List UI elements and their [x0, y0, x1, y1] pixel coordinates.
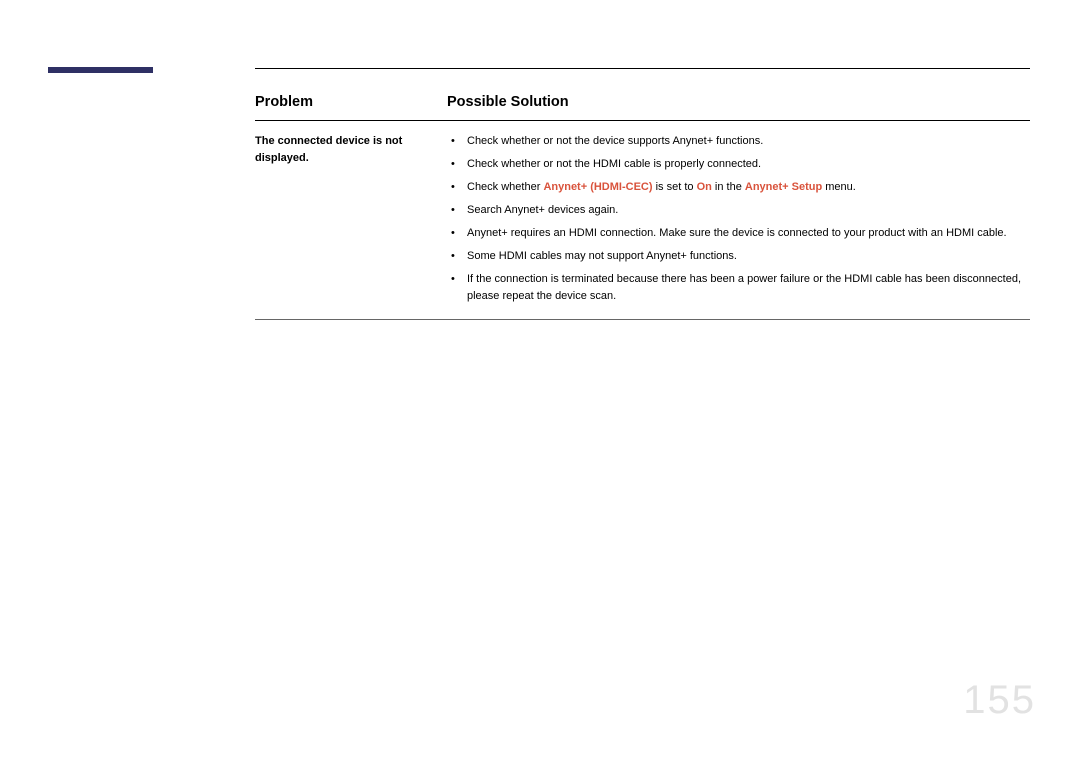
highlight-text: Anynet+ Setup [745, 181, 822, 193]
page-number: 155 [963, 678, 1036, 723]
text: menu. [822, 181, 856, 193]
list-item: Anynet+ requires an HDMI connection. Mak… [447, 225, 1030, 242]
column-header-problem: Problem [255, 69, 447, 121]
list-item: If the connection is terminated because … [447, 271, 1030, 305]
list-item: Check whether or not the device supports… [447, 133, 1030, 150]
problem-cell: The connected device is not displayed. [255, 121, 447, 320]
list-item: Some HDMI cables may not support Anynet+… [447, 248, 1030, 265]
text: Check whether [467, 181, 543, 193]
highlight-text: Anynet+ (HDMI-CEC) [543, 181, 652, 193]
table-row: The connected device is not displayed. C… [255, 121, 1030, 320]
text: is set to [653, 181, 697, 193]
list-item: Check whether or not the HDMI cable is p… [447, 156, 1030, 173]
solution-cell: Check whether or not the device supports… [447, 121, 1030, 320]
accent-bar [48, 67, 153, 73]
solution-list: Check whether or not the device supports… [447, 133, 1030, 305]
column-header-solution: Possible Solution [447, 69, 1030, 121]
text: in the [712, 181, 745, 193]
troubleshoot-table: Problem Possible Solution The connected … [255, 68, 1030, 320]
highlight-text: On [697, 181, 712, 193]
list-item: Check whether Anynet+ (HDMI-CEC) is set … [447, 179, 1030, 196]
list-item: Search Anynet+ devices again. [447, 202, 1030, 219]
